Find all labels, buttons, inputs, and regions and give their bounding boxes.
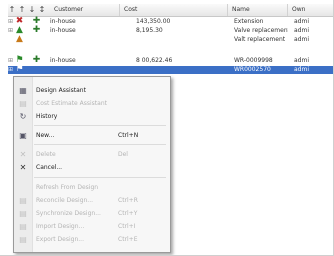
menu-item-label: Refresh From Design: [36, 184, 99, 191]
menu-item-label: Export Design...: [36, 236, 84, 243]
menu-item-shortcut: Ctrl+I: [118, 223, 136, 230]
context-menu: ▦ Design Assistant ▤ Cost Estimate Assis…: [13, 76, 171, 253]
customer-cell: [50, 36, 116, 44]
table-row[interactable]: ⊞ ⚑ ✚ in-house 8 00,622.46 WR-0009998 ad…: [8, 55, 334, 65]
customer-cell: in-house: [50, 27, 76, 34]
sort-type-icon[interactable]: ↕: [38, 5, 46, 15]
menu-item-cancel[interactable]: ✕ Cancel...: [14, 163, 170, 173]
cost-cell: [136, 66, 226, 74]
delete-icon: ✕: [19, 150, 27, 159]
customer-cell: in-house: [50, 57, 76, 64]
menu-item-shortcut: Ctrl+Y: [118, 210, 138, 217]
owner-cell: admi: [294, 66, 309, 73]
expand-icon[interactable]: ⊞: [8, 67, 14, 73]
menu-item-synchronize-design[interactable]: ▤ Synchronize Design... Ctrl+Y: [14, 209, 170, 219]
name-cell: WR0002570: [234, 66, 271, 73]
column-header-name[interactable]: Name: [228, 4, 288, 16]
warning-status-icon: ▲: [16, 34, 23, 44]
sort-flag-icon[interactable]: ↑: [18, 5, 26, 15]
design-assistant-icon: ▦: [19, 86, 27, 95]
menu-item-label: History: [36, 113, 58, 120]
cost-cell: 8,195.30: [136, 27, 163, 34]
name-cell: WR-0009998: [234, 57, 273, 64]
expand-icon[interactable]: ⊞: [8, 58, 14, 64]
grid-header: ↑ ↑ ↓ ↕ Customer Cost Name Own: [8, 4, 334, 17]
name-cell: Valt replacement: [234, 36, 286, 43]
menu-item-delete[interactable]: ✕ Delete Del: [14, 150, 170, 160]
expand-icon[interactable]: ⊞: [8, 28, 14, 34]
structure-icon: ✚: [32, 55, 41, 65]
tree-status-icon: ⚑: [15, 64, 24, 74]
menu-item-label: Cost Estimate Assistant: [36, 100, 107, 107]
sort-priority-icon[interactable]: ↓: [28, 5, 36, 15]
menu-item-reconcile-design[interactable]: ▤ Reconcile Design... Ctrl+R: [14, 196, 170, 206]
menu-item-label: Cancel...: [36, 164, 63, 171]
customer-cell: [50, 66, 116, 74]
estimate-icon: ▤: [19, 99, 27, 108]
column-header-customer[interactable]: Customer: [50, 4, 120, 16]
reconcile-icon: ▤: [19, 196, 27, 205]
menu-item-refresh-from-design[interactable]: Refresh From Design: [14, 183, 170, 193]
menu-item-label: Import Design...: [36, 223, 85, 230]
cost-cell: 8 00,622.46: [136, 57, 173, 64]
menu-item-shortcut: Ctrl+R: [118, 197, 138, 204]
table-row[interactable]: ⊞ ✖ ✚ in-house 143,350.00 Extension admi: [8, 17, 334, 26]
menu-item-cost-estimate-assistant[interactable]: ▤ Cost Estimate Assistant: [14, 99, 170, 109]
column-header-owner[interactable]: Own: [288, 4, 334, 16]
menu-item-export-design[interactable]: ▤ Export Design... Ctrl+E: [14, 235, 170, 245]
history-icon: ↻: [19, 112, 27, 121]
owner-cell: admi: [294, 18, 309, 25]
menu-separator: [34, 177, 166, 178]
export-icon: ▤: [19, 235, 27, 244]
menu-item-new[interactable]: ▣ New... Ctrl+N: [14, 131, 170, 141]
menu-item-label: New...: [36, 132, 55, 139]
menu-separator: [34, 125, 166, 126]
name-cell: Extension: [234, 18, 264, 25]
synchronize-icon: ▤: [19, 209, 27, 218]
cancel-icon: ✕: [19, 163, 27, 172]
cost-cell: 143,350.00: [136, 18, 171, 25]
menu-item-label: Synchronize Design...: [36, 210, 101, 217]
work-request-window: ↑ ↑ ↓ ↕ Customer Cost Name Own ⊞ ✖ ✚ in-…: [0, 0, 334, 256]
name-cell: Valve replacement: [234, 27, 288, 34]
structure-icon: ✚: [32, 25, 41, 35]
table-row[interactable]: ▲ Valt replacement admi: [8, 34, 334, 44]
cost-cell: [136, 36, 226, 44]
menu-item-label: Reconcile Design...: [36, 197, 94, 204]
table-row-selected[interactable]: ⊞ ⚑ WR0002570 admi: [8, 64, 334, 74]
menu-item-label: Design Assistant: [36, 87, 86, 94]
menu-item-shortcut: Ctrl+E: [118, 236, 138, 243]
expand-icon[interactable]: ⊞: [8, 19, 14, 25]
menu-item-shortcut: Ctrl+N: [118, 132, 139, 139]
menu-item-import-design[interactable]: ▤ Import Design... Ctrl+I: [14, 222, 170, 232]
new-icon: ▣: [19, 131, 27, 140]
menu-item-shortcut: Del: [118, 151, 128, 158]
menu-item-design-assistant[interactable]: ▦ Design Assistant: [14, 86, 170, 96]
column-header-cost[interactable]: Cost: [120, 4, 228, 16]
owner-cell: admi: [294, 27, 309, 34]
customer-cell: in-house: [50, 18, 76, 25]
menu-separator: [34, 144, 166, 145]
menu-item-label: Delete: [36, 151, 56, 158]
menu-item-history[interactable]: ↻ History: [14, 112, 170, 122]
owner-cell: admi: [294, 36, 309, 43]
owner-cell: admi: [294, 57, 309, 64]
sort-status-icon[interactable]: ↑: [8, 5, 16, 15]
table-row[interactable]: ⊞ ▲ ✚ in-house 8,195.30 Valve replacemen…: [8, 25, 334, 35]
import-icon: ▤: [19, 222, 27, 231]
